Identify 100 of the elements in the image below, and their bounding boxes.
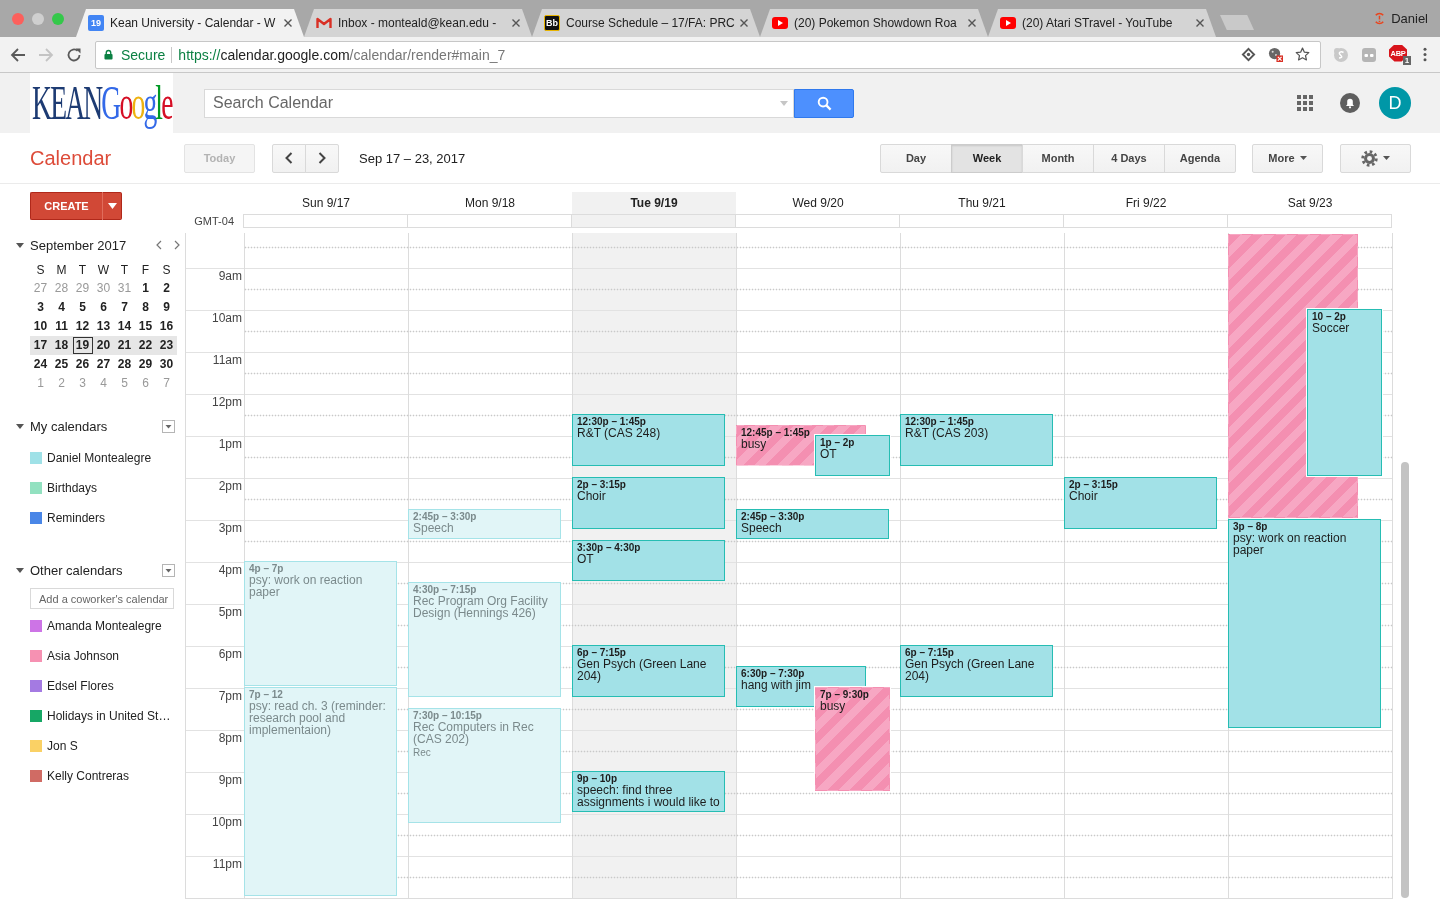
mini-calendar-day[interactable]: 20 [93, 337, 114, 354]
create-dropdown-button[interactable] [102, 192, 122, 220]
event-card[interactable]: 9p – 10p speech: find three assignments i would like to [572, 771, 725, 812]
mini-calendar-day[interactable]: 6 [93, 299, 114, 316]
window-close-icon[interactable] [12, 12, 24, 25]
mini-calendar-day[interactable]: 23 [156, 337, 177, 354]
apps-grid-icon[interactable] [1297, 95, 1313, 111]
mini-calendar-day[interactable]: 19 [72, 337, 93, 354]
menu-icon[interactable] [1423, 47, 1427, 62]
diamond-icon[interactable] [1241, 47, 1256, 62]
all-day-slot[interactable] [735, 214, 900, 228]
color-swatch-icon[interactable] [30, 650, 42, 662]
bell-icon[interactable] [1340, 93, 1360, 113]
mini-calendar-day[interactable]: 18 [51, 337, 72, 354]
browser-tab[interactable]: Inbox - monteald@kean.edu - [304, 9, 532, 37]
dropdown-icon[interactable] [162, 419, 175, 433]
calendar-name[interactable]: Kelly Contreras [47, 769, 130, 783]
mini-calendar-day[interactable]: 12 [72, 318, 93, 335]
calendar-name[interactable]: Birthdays [47, 481, 98, 495]
reload-icon[interactable] [66, 46, 82, 63]
calendar-name[interactable]: Holidays in United St… [47, 709, 171, 723]
mini-calendar-day[interactable]: 5 [72, 299, 93, 316]
view-button[interactable]: Day [880, 143, 952, 173]
color-swatch-icon[interactable] [30, 710, 42, 722]
day-header[interactable]: Thu 9/21 [900, 192, 1064, 214]
mini-calendar-day[interactable]: 25 [51, 356, 72, 373]
browser-tab[interactable]: (20) Atari STravel - YouTube [988, 9, 1216, 37]
mini-calendar-day[interactable]: 7 [114, 299, 135, 316]
time-grid[interactable] [244, 233, 1392, 898]
next-button[interactable] [305, 143, 339, 173]
forward-icon[interactable] [38, 46, 54, 63]
mini-calendar-day[interactable]: 26 [72, 356, 93, 373]
color-swatch-icon[interactable] [30, 452, 42, 464]
event-card[interactable]: 3:30p – 4:30p OT [572, 540, 725, 581]
logo[interactable]: KEANGoogle [30, 73, 173, 133]
color-swatch-icon[interactable] [30, 770, 42, 782]
day-header[interactable]: Tue 9/19 [572, 192, 736, 214]
search-field[interactable]: Search Calendar [204, 88, 794, 118]
calendar-name[interactable]: Daniel Montealegre [47, 451, 152, 465]
bubble-icon[interactable] [1333, 46, 1349, 63]
event-card[interactable]: 12:30p – 1:45p R&T (CAS 203) [900, 414, 1053, 466]
mini-calendar-day[interactable]: 28 [114, 356, 135, 373]
calendar-name[interactable]: Edsel Flores [47, 679, 114, 693]
view-button[interactable]: Month [1022, 143, 1094, 173]
calendar-name[interactable]: Jon S [47, 739, 78, 753]
day-header[interactable]: Sun 9/17 [244, 192, 408, 214]
mini-calendar-day[interactable]: 30 [156, 356, 177, 373]
color-swatch-icon[interactable] [30, 620, 42, 632]
event-card[interactable]: 1p – 2p OT [815, 435, 890, 476]
mini-calendar-day[interactable]: 13 [93, 318, 114, 335]
day-header[interactable]: Fri 9/22 [1064, 192, 1228, 214]
mini-calendar-day[interactable]: 22 [135, 337, 156, 354]
calendar-name[interactable]: Reminders [47, 511, 106, 525]
day-header[interactable]: Wed 9/20 [736, 192, 900, 214]
mini-calendar-day[interactable]: 21 [114, 337, 135, 354]
search-button[interactable] [794, 88, 854, 118]
section-title[interactable]: Other calendars [30, 562, 162, 578]
mini-calendar-day[interactable]: 1 [135, 280, 156, 297]
browser-tab[interactable]: Bb Course Schedule – 17/FA: PRC [532, 9, 760, 37]
mini-calendar-day[interactable]: 14 [114, 318, 135, 335]
url-text[interactable]: https://calendar.google.com/calendar/render#main_7 [178, 46, 506, 63]
mini-calendar-day[interactable]: 4 [51, 299, 72, 316]
star-icon[interactable] [1295, 47, 1310, 62]
event-card[interactable]: 3p – 8p psy: work on reaction paper [1228, 519, 1381, 728]
address-bar[interactable]: Secure https://calendar.google.com/calendar/render#main_7 [95, 40, 1321, 69]
close-icon[interactable] [512, 19, 520, 27]
caret-icon[interactable] [16, 242, 24, 248]
mini-calendar-day[interactable]: 9 [156, 299, 177, 316]
browser-tab[interactable]: (20) Pokemon Showdown Roa [760, 9, 988, 37]
section-title[interactable]: My calendars [30, 418, 162, 434]
create-button[interactable]: CREATE [30, 192, 102, 220]
caret-icon[interactable] [16, 567, 24, 573]
all-day-slot[interactable] [1063, 214, 1228, 228]
mini-calendar-day[interactable]: 17 [30, 337, 51, 354]
all-day-slot[interactable] [243, 214, 408, 228]
cookie-icon[interactable] [1268, 47, 1283, 62]
previous-button[interactable] [272, 143, 306, 173]
back-icon[interactable] [10, 46, 26, 63]
calendar-name[interactable]: Asia Johnson [47, 649, 120, 663]
scrollbar-thumb[interactable] [1401, 462, 1409, 898]
mini-calendar-day[interactable]: 8 [135, 299, 156, 316]
mini-calendar-day[interactable]: 27 [93, 356, 114, 373]
profile-name[interactable]: Daniel [1391, 11, 1428, 26]
more-button[interactable]: More [1252, 143, 1323, 173]
mini-calendar-day[interactable]: 16 [156, 318, 177, 335]
all-day-slot[interactable] [407, 214, 572, 228]
mini-calendar-day[interactable]: 10 [30, 318, 51, 335]
close-icon[interactable] [284, 19, 292, 27]
all-day-slot[interactable] [1227, 214, 1392, 228]
all-day-slot[interactable] [571, 214, 736, 228]
event-card[interactable]: 6p – 7:15p Gen Psych (Green Lane 204) [572, 645, 725, 697]
mini-calendar-day[interactable]: 3 [30, 299, 51, 316]
all-day-slot[interactable] [899, 214, 1064, 228]
event-card[interactable]: 10 – 2p Soccer [1307, 309, 1382, 476]
view-button[interactable]: 4 Days [1093, 143, 1165, 173]
close-icon[interactable] [740, 19, 748, 27]
settings-button[interactable] [1340, 143, 1411, 173]
event-card[interactable]: 12:30p – 1:45p R&T (CAS 248) [572, 414, 725, 466]
color-swatch-icon[interactable] [30, 512, 42, 524]
mini-calendar-day[interactable]: 2 [156, 280, 177, 297]
